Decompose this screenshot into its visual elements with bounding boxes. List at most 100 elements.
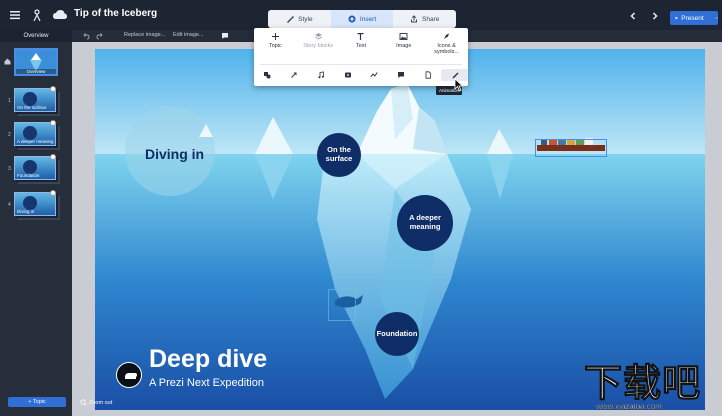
- watermark: 下载吧 www.xiazaiba.com: [583, 352, 722, 416]
- mouse-cursor-icon: [454, 78, 464, 92]
- slide-thumbnail[interactable]: 4 Diving in: [0, 190, 72, 220]
- overview-thumbnail-label: Overview: [16, 69, 56, 74]
- insert-shapes-button[interactable]: [254, 69, 281, 81]
- topic-foundation[interactable]: Foundation: [375, 312, 419, 356]
- slide-thumbnail-circle: [23, 126, 37, 140]
- tab-style[interactable]: Style: [268, 10, 331, 28]
- chevron-down-icon[interactable]: [715, 15, 718, 21]
- music-icon: [318, 71, 324, 79]
- insert-icons-symbols-label: Icons & symbols...: [434, 43, 459, 56]
- slide-caption: A deeper meaning: [17, 139, 54, 144]
- shapes-icon: [264, 72, 271, 79]
- overview-tab[interactable]: Overview: [0, 30, 72, 42]
- brush-icon: [287, 16, 295, 23]
- slide-title[interactable]: Deep dive: [149, 345, 267, 374]
- insert-arrow-button[interactable]: [281, 69, 308, 81]
- tab-style-label: Style: [298, 15, 313, 23]
- slide-badge: [50, 154, 56, 160]
- document-icon: [425, 71, 431, 79]
- slide-thumbnail[interactable]: 2 A deeper meaning: [0, 120, 72, 150]
- chevron-right-icon[interactable]: [650, 11, 660, 21]
- arrow-icon: [291, 72, 297, 78]
- redo-icon[interactable]: [96, 32, 104, 40]
- insert-music-button[interactable]: [308, 69, 335, 81]
- tab-share-label: Share: [422, 15, 440, 23]
- edit-image-button[interactable]: Edit image...: [173, 32, 204, 38]
- topic-a-deeper-meaning[interactable]: A deeper meaning: [397, 195, 453, 251]
- diving-in-label[interactable]: Diving in: [145, 146, 204, 162]
- slide-thumbnail-image: On the surface: [14, 88, 56, 112]
- mode-tabs: Style Insert Share: [268, 10, 456, 28]
- tab-insert[interactable]: Insert: [330, 10, 394, 28]
- comment-icon[interactable]: [221, 32, 229, 40]
- slide-subtitle[interactable]: A Prezi Next Expedition: [149, 377, 264, 389]
- insert-story-blocks-button[interactable]: Story blocks: [297, 32, 340, 64]
- insert-comment-button[interactable]: [388, 69, 415, 81]
- slide-thumbnail-image: A deeper meaning: [14, 122, 56, 146]
- slide-badge: [50, 120, 56, 126]
- slide-thumbnail-circle: [23, 92, 37, 106]
- insert-text-label: Text: [355, 43, 367, 49]
- layers-icon: [314, 33, 322, 40]
- slide-number: 2: [8, 132, 11, 138]
- insert-icons-symbols-button[interactable]: Icons & symbols...: [425, 32, 468, 64]
- insert-text-button[interactable]: Text: [340, 32, 383, 64]
- zoom-out-icon: [80, 399, 87, 406]
- prezi-logo: [116, 362, 142, 388]
- overview-thumbnail[interactable]: Overview: [14, 48, 58, 76]
- slide-thumbnail-circle: [23, 196, 37, 210]
- insert-panel: Topic Story blocks Text Image Icons & sy…: [254, 28, 468, 86]
- share-icon: [411, 15, 417, 23]
- slide-number: 4: [8, 202, 11, 208]
- slide-thumbnail-image: Diving in: [14, 192, 56, 216]
- top-bar: Tip of the Iceberg Style Insert Share Pr…: [0, 0, 722, 30]
- home-icon[interactable]: [4, 58, 11, 65]
- present-label: Present: [681, 14, 704, 22]
- menu-icon[interactable]: [8, 8, 22, 22]
- slide-number: 1: [8, 98, 11, 104]
- insert-video-button[interactable]: [334, 69, 361, 81]
- insert-story-blocks-label: Story blocks: [303, 43, 334, 49]
- insert-document-button[interactable]: [415, 69, 442, 81]
- present-button[interactable]: Present: [670, 11, 718, 25]
- video-icon: [344, 72, 351, 78]
- slide-thumbnail[interactable]: 1 On the surface: [0, 86, 72, 116]
- zoom-out-button[interactable]: Zoom out: [80, 399, 112, 406]
- chart-icon: [370, 72, 378, 78]
- insert-image-button[interactable]: Image: [382, 32, 425, 64]
- slide-sidebar: Overview 1 On the surface 2 A deeper mea…: [0, 42, 72, 416]
- zoom-out-label: Zoom out: [89, 399, 113, 406]
- slide-caption: Foundation: [17, 173, 40, 178]
- prezi-editor: Tip of the Iceberg Style Insert Share Pr…: [0, 0, 722, 416]
- play-icon: [675, 16, 679, 20]
- comment-icon: [398, 72, 405, 78]
- watermark-logo: 下载吧: [583, 361, 702, 406]
- pen-nib-icon: [444, 33, 450, 39]
- chevron-left-icon[interactable]: [628, 11, 638, 21]
- divider: [260, 64, 462, 65]
- tab-share[interactable]: Share: [393, 10, 456, 28]
- slide-thumbnail-image: Foundation: [14, 156, 56, 180]
- replace-image-button[interactable]: Replace image...: [124, 32, 165, 38]
- topic-on-the-surface[interactable]: On the surface: [317, 133, 361, 177]
- slide-badge: [50, 190, 56, 196]
- slide-thumbnail[interactable]: 3 Foundation: [0, 154, 72, 184]
- insert-tool-row: [254, 69, 468, 81]
- slide-number: 3: [8, 166, 11, 172]
- plus-circle-icon: [348, 15, 356, 23]
- document-title[interactable]: Tip of the Iceberg: [74, 8, 157, 19]
- undo-icon[interactable]: [82, 32, 90, 40]
- person-icon[interactable]: [30, 7, 44, 23]
- whale-selection-box[interactable]: [328, 289, 356, 321]
- plus-icon: [271, 33, 279, 40]
- ship-selection-box[interactable]: [535, 139, 607, 157]
- add-topic-button[interactable]: + Topic: [8, 397, 66, 407]
- watermark-url: www.xiazaiba.com: [596, 402, 662, 411]
- insert-chart-button[interactable]: [361, 69, 388, 81]
- cloud-icon: [53, 10, 67, 19]
- insert-topic-label: Topic: [268, 43, 282, 49]
- slide-thumbnail-circle: [23, 160, 37, 174]
- insert-topic-button[interactable]: Topic: [254, 32, 297, 64]
- slide-badge: [50, 86, 56, 92]
- bear-icon: [125, 373, 137, 379]
